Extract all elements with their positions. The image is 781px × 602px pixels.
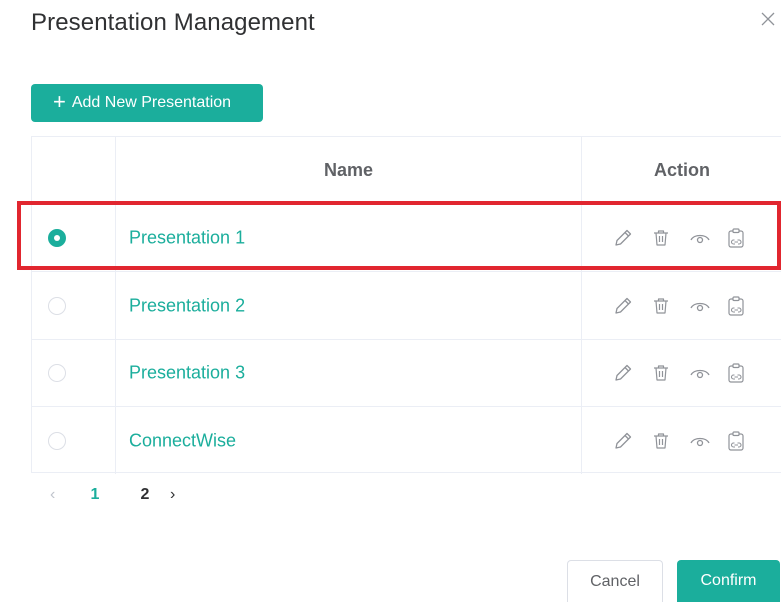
copy-link-icon[interactable] <box>725 227 747 249</box>
next-page-button[interactable]: › <box>170 486 190 504</box>
edit-icon[interactable] <box>612 295 634 317</box>
row-radio[interactable] <box>48 364 66 382</box>
delete-icon[interactable] <box>650 362 672 384</box>
row-actions <box>612 362 747 384</box>
view-icon[interactable] <box>689 362 711 384</box>
row-radio[interactable] <box>48 431 66 450</box>
view-icon[interactable] <box>689 227 711 249</box>
copy-link-icon[interactable] <box>725 362 747 384</box>
presentation-name-link[interactable]: Presentation 3 <box>129 363 245 384</box>
page-1-button[interactable]: 1 <box>70 486 120 504</box>
action-cell <box>582 205 781 271</box>
select-cell <box>32 407 116 474</box>
name-cell: Presentation 1 <box>116 205 582 271</box>
action-cell <box>582 272 781 339</box>
row-radio[interactable] <box>48 296 66 315</box>
column-header-action: Action <box>654 160 710 180</box>
copy-link-icon[interactable] <box>725 430 747 452</box>
plus-icon: + <box>53 89 66 114</box>
row-actions <box>612 430 747 452</box>
pagination: ‹ 1 2 › <box>50 484 190 506</box>
table-row: Presentation 3 <box>32 340 781 407</box>
table-header: Name Action <box>32 137 781 205</box>
confirm-button[interactable]: Confirm <box>677 560 780 602</box>
delete-icon[interactable] <box>650 295 672 317</box>
table-row: ConnectWise <box>32 407 781 474</box>
table-row: Presentation 2 <box>32 272 781 340</box>
delete-icon[interactable] <box>650 227 672 249</box>
name-cell: Presentation 3 <box>116 340 582 406</box>
presentation-name-link[interactable]: Presentation 2 <box>129 295 245 316</box>
view-icon[interactable] <box>689 430 711 452</box>
view-icon[interactable] <box>689 295 711 317</box>
delete-icon[interactable] <box>650 430 672 452</box>
page-2-button[interactable]: 2 <box>120 486 170 504</box>
presentations-table: Name Action Presentation 1 Presentation … <box>31 136 781 474</box>
close-button[interactable] <box>757 8 779 30</box>
select-cell <box>32 205 116 271</box>
select-cell <box>32 340 116 406</box>
table-row: Presentation 1 <box>32 205 781 272</box>
prev-page-button[interactable]: ‹ <box>50 486 70 504</box>
edit-icon[interactable] <box>612 430 634 452</box>
row-actions <box>612 227 747 249</box>
edit-icon[interactable] <box>612 227 634 249</box>
dialog-title: Presentation Management <box>31 9 315 36</box>
row-radio-selected[interactable] <box>48 229 66 247</box>
name-cell: Presentation 2 <box>116 272 582 339</box>
edit-icon[interactable] <box>612 362 634 384</box>
add-new-presentation-button[interactable]: + Add New Presentation <box>31 84 263 122</box>
column-header-name: Name <box>116 137 582 204</box>
cancel-button[interactable]: Cancel <box>567 560 663 602</box>
close-icon <box>761 12 775 26</box>
row-actions <box>612 295 747 317</box>
name-cell: ConnectWise <box>116 407 582 474</box>
action-cell <box>582 340 781 406</box>
select-cell <box>32 272 116 339</box>
copy-link-icon[interactable] <box>725 295 747 317</box>
header-select-cell <box>32 137 116 204</box>
presentation-name-link[interactable]: Presentation 1 <box>129 228 245 249</box>
add-button-label: Add New Presentation <box>71 94 232 111</box>
presentation-management-dialog: Presentation Management + Add New Presen… <box>0 0 781 602</box>
presentation-name-link[interactable]: ConnectWise <box>129 430 236 451</box>
action-cell <box>582 407 781 474</box>
